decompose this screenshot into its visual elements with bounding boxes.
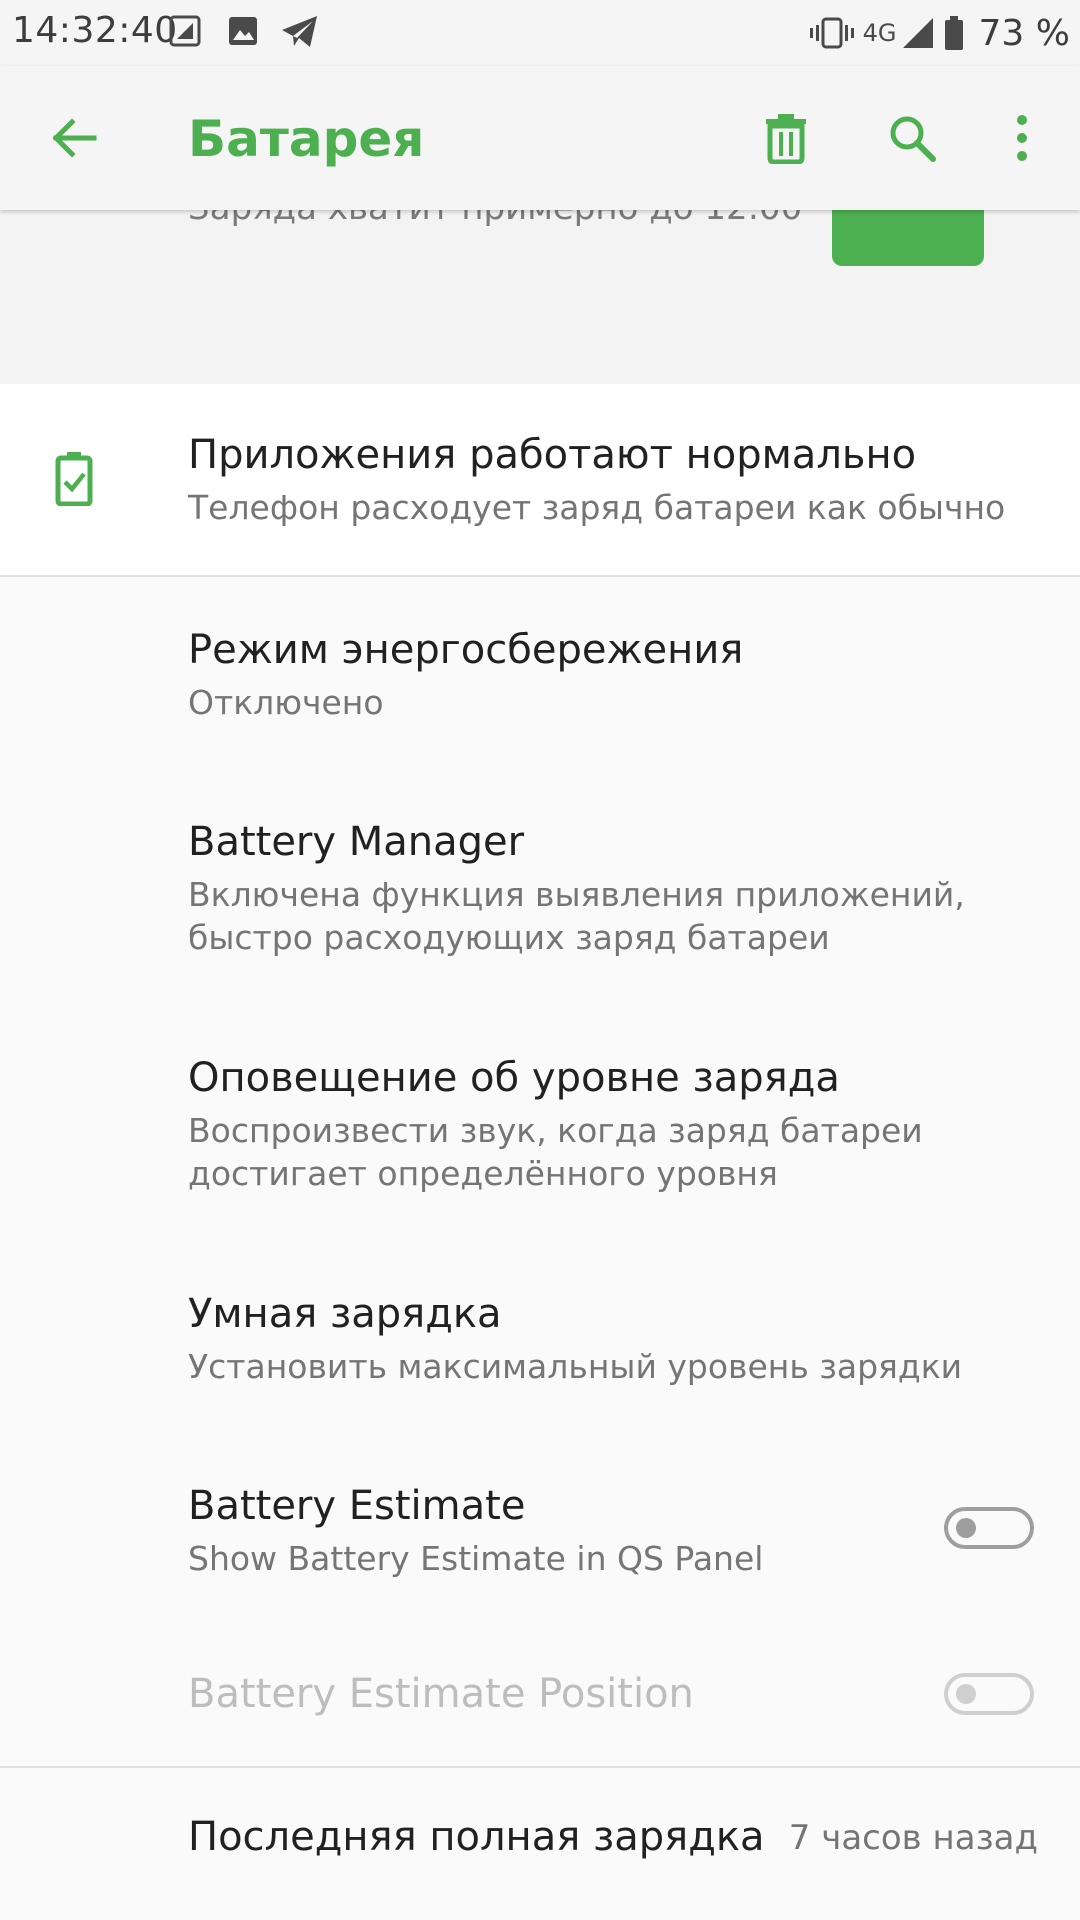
status-time: 14:32:40	[12, 10, 178, 51]
smart-charging-title: Умная зарядка	[188, 1291, 502, 1337]
charge-alert-row[interactable]: Оповещение об уровне заряда Воспроизвест…	[0, 1005, 1080, 1241]
vibrate-icon	[809, 17, 854, 49]
apps-status-row[interactable]: Приложения работают нормально Телефон ра…	[0, 384, 1080, 576]
search-icon	[890, 116, 936, 162]
battery-summary: Заряда хватит примерно до 12:00	[0, 210, 1080, 384]
smart-charging-subtitle: Установить максимальный уровень зарядки	[188, 1347, 963, 1386]
back-button[interactable]	[38, 102, 110, 174]
app-bar: Батарея	[0, 66, 1080, 210]
back-arrow-icon	[52, 118, 97, 158]
smart-charging-row[interactable]: Умная зарядка Установить максимальный ур…	[0, 1241, 1080, 1433]
signal-icon	[902, 18, 933, 48]
battery-estimate-position-title: Battery Estimate Position	[188, 1671, 694, 1717]
more-options-button[interactable]	[986, 102, 1058, 174]
last-full-charge-row[interactable]: Последняя полная зарядка 7 часов назад	[0, 1768, 1080, 1920]
charge-alert-subtitle-line1: Воспроизвести звук, когда заряд батареи	[188, 1111, 923, 1150]
charge-alert-title: Оповещение об уровне заряда	[188, 1055, 840, 1101]
more-vert-icon	[1017, 115, 1027, 161]
power-saving-row[interactable]: Режим энергосбережения Отключено	[0, 577, 1080, 769]
battery-estimate-position-row[interactable]: Battery Estimate Position	[0, 1625, 1080, 1765]
last-full-charge-value: 7 часов назад	[788, 1818, 1038, 1858]
battery-estimate-text: Заряда хватит примерно до 12:00	[188, 210, 802, 228]
battery-estimate-toggle[interactable]	[944, 1507, 1034, 1549]
summary-action-button[interactable]	[832, 210, 984, 266]
notification-image-icon	[169, 15, 201, 47]
battery-manager-subtitle-line1: Включена функция выявления приложений,	[188, 875, 965, 914]
toggle-knob	[956, 1684, 976, 1704]
status-bar: 14:32:40 4G 73 %	[0, 0, 1080, 66]
battery-manager-row[interactable]: Battery Manager Включена функция выявлен…	[0, 769, 1080, 1005]
battery-manager-subtitle-line2: быстро расходующих заряд батареи	[188, 918, 830, 957]
battery-estimate-subtitle: Show Battery Estimate in QS Panel	[188, 1539, 764, 1578]
network-type: 4G	[862, 19, 897, 47]
battery-manager-title: Battery Manager	[188, 819, 525, 865]
status-right: 4G 73 %	[809, 10, 1070, 56]
battery-estimate-title: Battery Estimate	[188, 1483, 526, 1529]
battery-estimate-row[interactable]: Battery Estimate Show Battery Estimate i…	[0, 1433, 1080, 1625]
search-button[interactable]	[876, 102, 948, 174]
battery-percent: 73 %	[978, 12, 1070, 54]
power-saving-title: Режим энергосбережения	[188, 627, 744, 673]
toggle-knob	[956, 1518, 976, 1538]
battery-icon	[944, 16, 963, 50]
telegram-icon	[282, 16, 317, 47]
charge-alert-subtitle-line2: достигает определённого уровня	[188, 1154, 778, 1193]
gallery-icon	[229, 17, 257, 45]
power-saving-subtitle: Отключено	[188, 683, 384, 722]
battery-estimate-position-toggle[interactable]	[944, 1673, 1034, 1715]
apps-status-subtitle: Телефон расходует заряд батареи как обыч…	[188, 488, 1006, 527]
last-full-charge-title: Последняя полная зарядка	[188, 1814, 765, 1860]
delete-button[interactable]	[750, 102, 822, 174]
trash-icon	[766, 114, 806, 164]
battery-check-icon	[55, 452, 93, 506]
page-title: Батарея	[188, 110, 425, 168]
apps-status-title: Приложения работают нормально	[188, 432, 917, 478]
